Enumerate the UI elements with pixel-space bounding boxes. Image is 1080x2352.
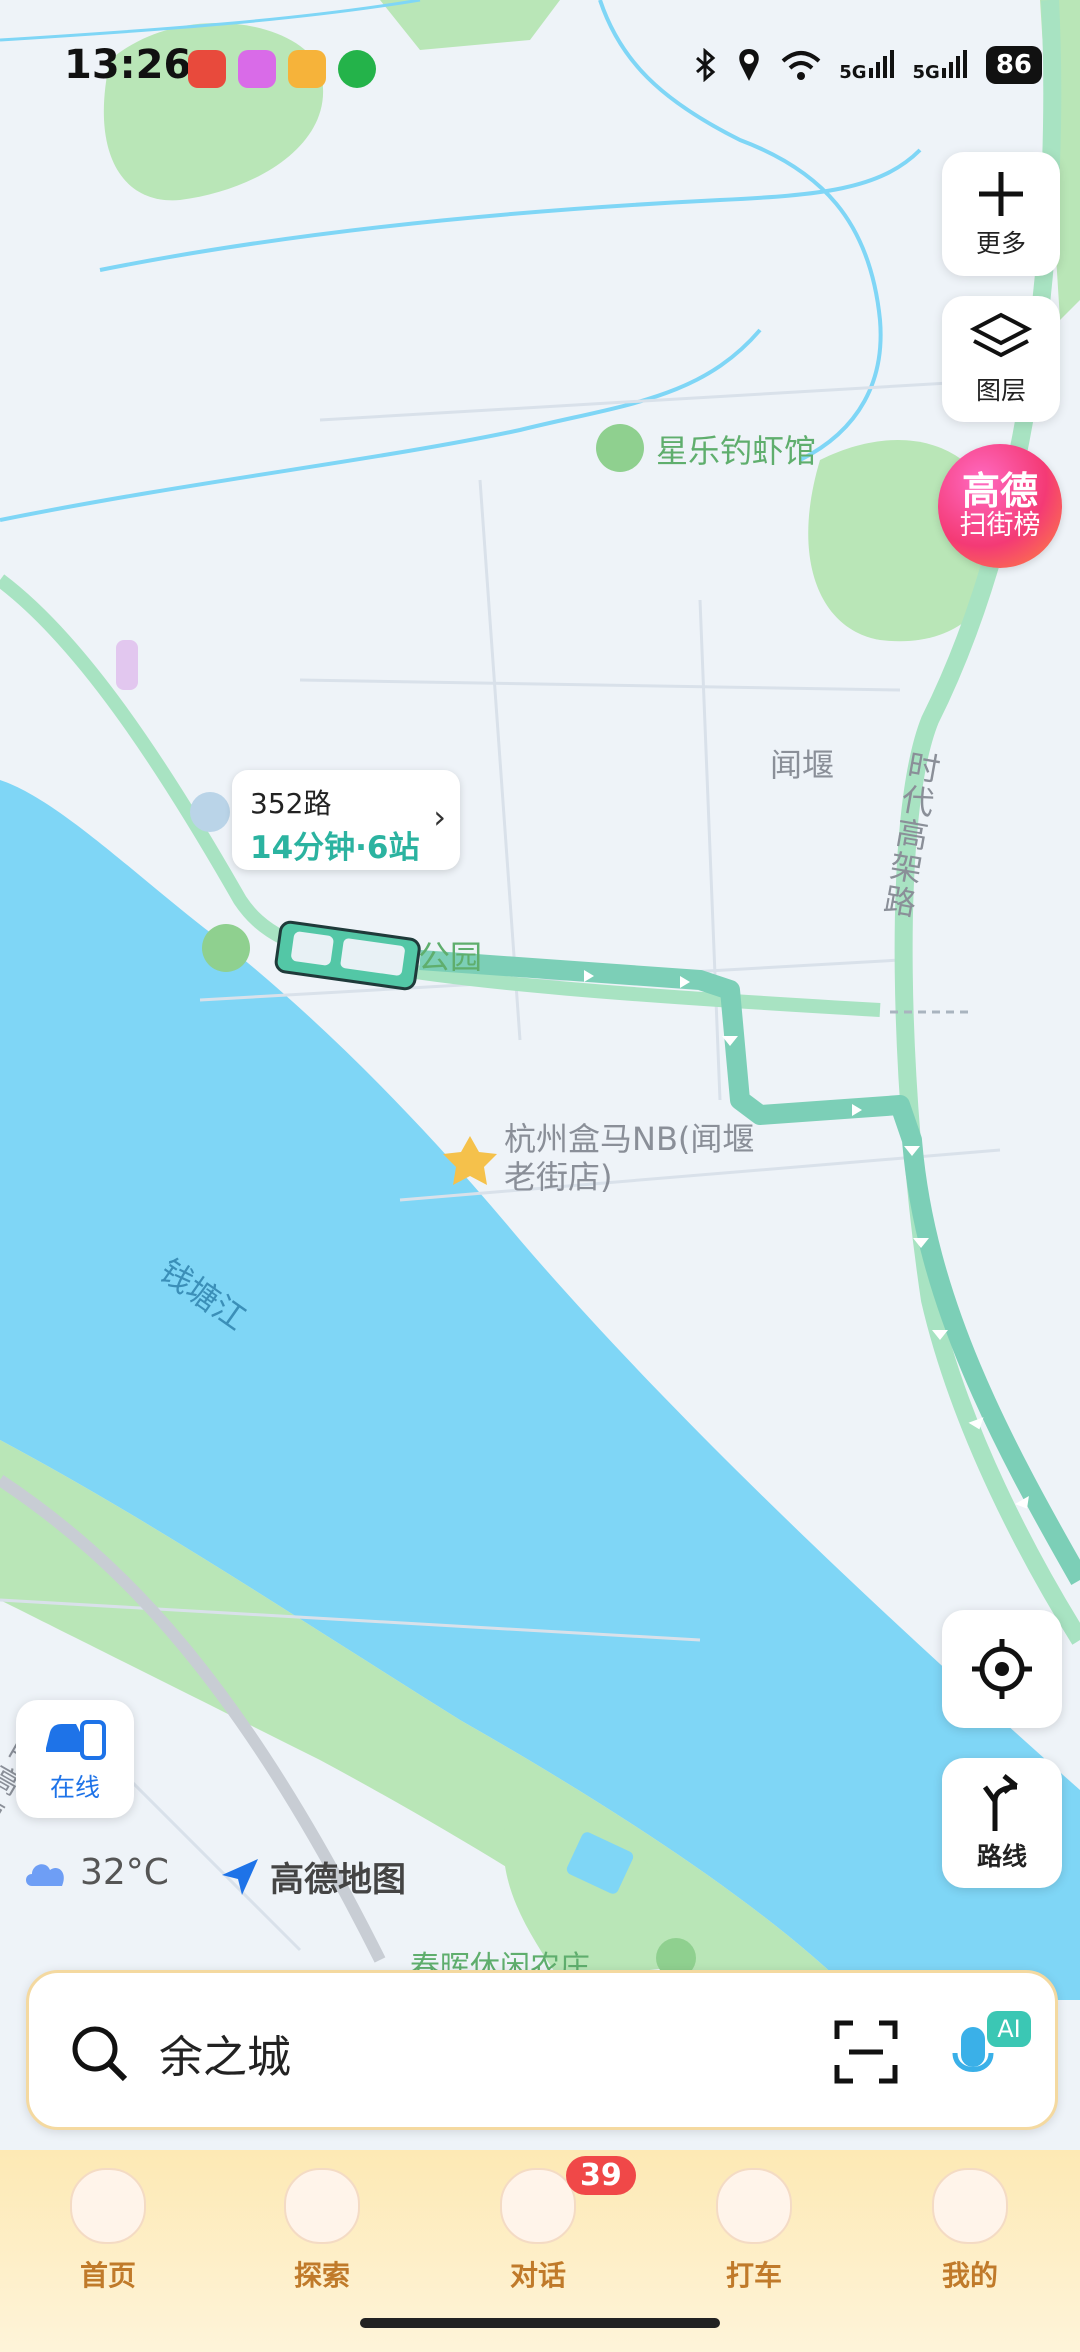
signal-5g-1: 5G — [839, 48, 894, 83]
car-phone-icon — [46, 1720, 106, 1760]
message-app-icon — [338, 50, 376, 88]
layers-label: 图层 — [975, 376, 1026, 405]
search-icon — [72, 2026, 128, 2082]
notification-icons — [188, 50, 376, 88]
badge-subtitle: 扫街榜 — [959, 510, 1041, 541]
route-button[interactable]: 路线 — [942, 1758, 1062, 1888]
brand-name: 高德地图 — [270, 1860, 406, 1900]
mascot-taxi-icon — [716, 2168, 792, 2244]
battery-indicator: 86 — [985, 46, 1042, 84]
status-bar: 13:26 5G 5G 86 — [0, 0, 1080, 140]
temperature: 32°C — [80, 1852, 169, 1893]
layers-button[interactable]: 图层 — [942, 296, 1060, 422]
chevron-right-icon: › — [433, 798, 446, 836]
crosshair-icon — [972, 1639, 1032, 1699]
mascot-explore-icon — [284, 2168, 360, 2244]
brand-logo: 高德地图 — [218, 1852, 406, 1901]
tab-profile-label: 我的 — [941, 2259, 998, 2292]
mascot-profile-icon — [932, 2168, 1008, 2244]
more-button[interactable]: 更多 — [942, 152, 1060, 276]
search-text[interactable]: 余之城 — [159, 2021, 291, 2085]
cloud-icon — [26, 1863, 64, 1886]
chat-unread-badge: 39 — [566, 2156, 636, 2195]
wifi-icon — [781, 51, 821, 80]
poi-store-label[interactable]: 杭州盒马NB(闻堰老街店) — [504, 1120, 774, 1196]
music-app-icon — [238, 50, 276, 88]
search-bar[interactable]: 余之城 AI — [26, 1970, 1058, 2130]
layers-icon — [970, 312, 1032, 358]
bus-line: 352路 — [250, 787, 332, 820]
home-indicator[interactable] — [360, 2318, 720, 2328]
signal-5g-2: 5G — [913, 48, 968, 83]
mascot-chat-icon — [500, 2168, 576, 2244]
bluetooth-icon — [696, 48, 716, 82]
tab-taxi[interactable]: 打车 — [694, 2168, 814, 2294]
tab-taxi-label: 打车 — [725, 2259, 782, 2292]
tab-explore-label: 探索 — [293, 2259, 350, 2292]
tab-home-label: 首页 — [79, 2259, 136, 2292]
online-label: 在线 — [49, 1773, 100, 1802]
bus-info-popup[interactable]: 352路 14分钟·6站 › — [232, 770, 460, 870]
scan-icon[interactable] — [833, 2019, 899, 2085]
weibo-icon — [288, 50, 326, 88]
route-arrow-icon — [982, 1774, 1019, 1831]
status-time: 13:26 — [64, 42, 192, 88]
plus-icon — [979, 172, 1023, 216]
badge-title: 高德 — [961, 469, 1038, 513]
ai-voice-icon[interactable]: AI — [951, 2009, 1033, 2095]
mascot-home-icon — [70, 2168, 146, 2244]
bus-eta: 14分钟·6站 — [250, 830, 420, 866]
locate-button[interactable] — [942, 1610, 1062, 1728]
online-car-button[interactable]: 在线 — [16, 1700, 134, 1818]
more-label: 更多 — [975, 229, 1026, 258]
tab-home[interactable]: 首页 — [48, 2168, 168, 2294]
street-ranking-badge[interactable]: 高德 扫街榜 — [938, 444, 1062, 568]
svg-text:AI: AI — [997, 2015, 1021, 2043]
weather-widget[interactable]: 32°C — [22, 1852, 169, 1893]
tab-chat-label: 对话 — [509, 2259, 566, 2292]
app-notification-icon — [188, 50, 226, 88]
area-label: 闻堰 — [770, 746, 835, 784]
poi-fishing-label[interactable]: 星乐钓虾馆 — [656, 426, 816, 472]
park-label[interactable]: 公园 — [418, 932, 482, 978]
route-label: 路线 — [976, 1842, 1027, 1871]
tab-explore[interactable]: 探索 — [262, 2168, 382, 2294]
system-status: 5G 5G 86 — [693, 46, 1042, 84]
tab-profile[interactable]: 我的 — [910, 2168, 1030, 2294]
location-icon — [739, 49, 759, 81]
amap-logo-icon — [222, 1858, 258, 1895]
